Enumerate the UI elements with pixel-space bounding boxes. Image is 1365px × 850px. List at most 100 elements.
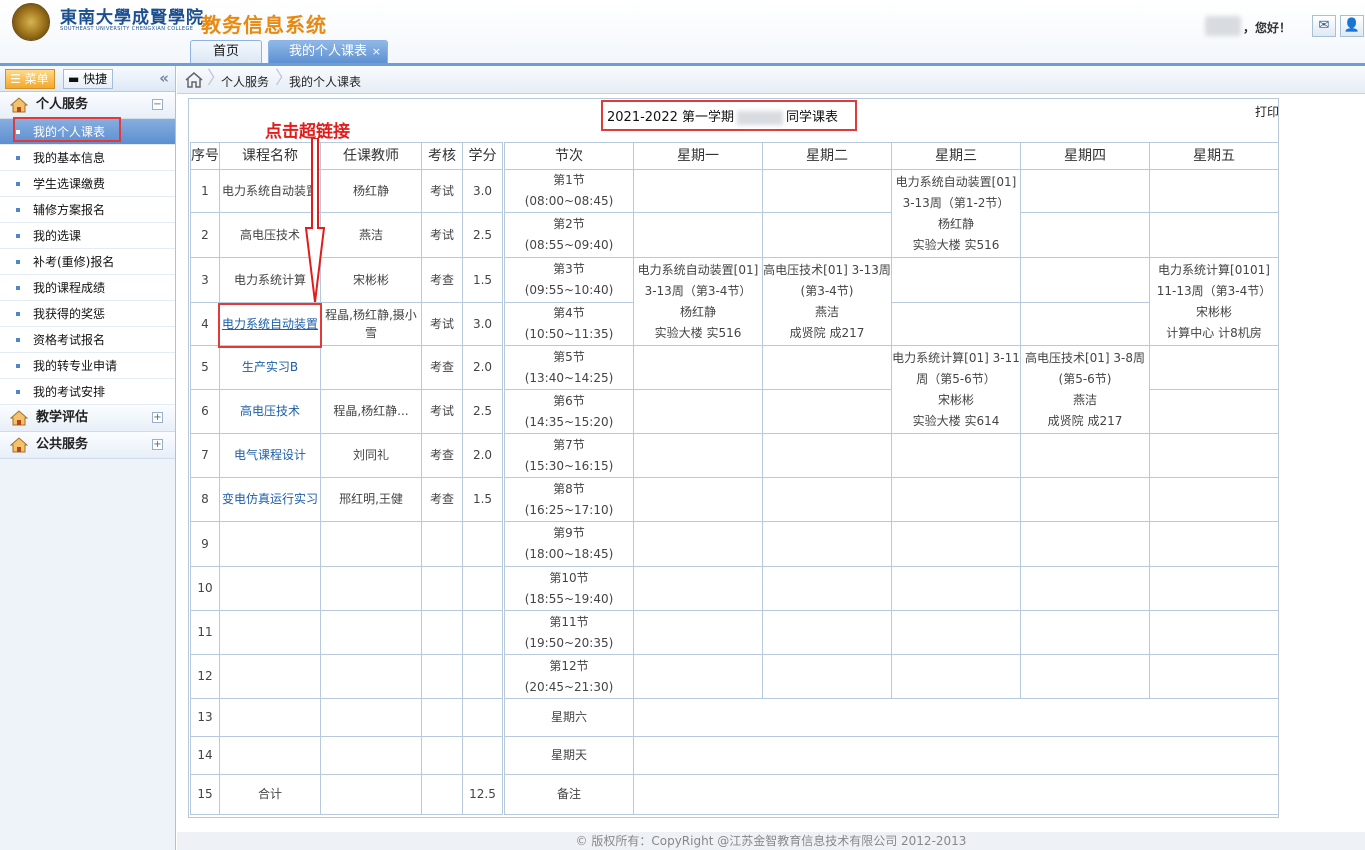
sidebar-group-public[interactable]: 公共服务 + bbox=[0, 432, 175, 459]
period-time: (10:50~11:35) bbox=[524, 327, 614, 341]
course-block-line: 计算中心 计8机房 bbox=[1166, 325, 1262, 340]
period-cell: 第4节 (10:50~11:35) bbox=[502, 302, 634, 346]
column-header: 星期二 bbox=[762, 142, 892, 170]
credit-cell bbox=[462, 610, 504, 655]
teacher-cell: 燕洁 bbox=[320, 212, 422, 258]
empty-slot bbox=[891, 477, 1021, 522]
tab-home[interactable]: 首页 bbox=[190, 40, 262, 64]
column-header: 学分 bbox=[462, 142, 504, 170]
sidebar-item-4[interactable]: 辅修方案报名 bbox=[0, 197, 175, 223]
sidebar-item-10[interactable]: 我的转专业申请 bbox=[0, 353, 175, 379]
period-time: (14:35~15:20) bbox=[524, 414, 614, 429]
course-name bbox=[219, 654, 321, 699]
bullet-icon bbox=[16, 338, 20, 342]
empty-slot bbox=[891, 566, 1021, 611]
course-block[interactable]: 电力系统自动装置[01] 3-13周（第3-4节） 杨红静 实验大楼 实516 bbox=[633, 257, 763, 346]
course-block-line: 宋彬彬 bbox=[937, 392, 974, 407]
row-number: 13 bbox=[190, 698, 220, 737]
expand-toggle-icon[interactable]: + bbox=[152, 412, 163, 423]
exam-type-cell bbox=[421, 610, 463, 655]
period-name: 第2节 bbox=[553, 217, 585, 231]
sidebar-group-evaluation[interactable]: 教学评估 + bbox=[0, 405, 175, 432]
row-number: 1 bbox=[190, 169, 220, 213]
collapse-icon[interactable]: « bbox=[159, 69, 169, 87]
course-block[interactable]: 电力系统自动装置[01] 3-13周（第1-2节） 杨红静 实验大楼 实516 bbox=[891, 169, 1021, 258]
course-block[interactable]: 高电压技术[01] 3-13周 (第3-4节) 燕洁 成贤院 成217 bbox=[762, 257, 892, 346]
empty-slot bbox=[891, 433, 1021, 478]
course-block-line: 宋彬彬 bbox=[1195, 304, 1232, 319]
sidebar-item-8[interactable]: 我获得的奖惩 bbox=[0, 301, 175, 327]
empty-slot bbox=[891, 654, 1021, 699]
bullet-icon bbox=[16, 260, 20, 264]
empty-slot bbox=[1149, 521, 1279, 567]
period-time: (18:55~19:40) bbox=[524, 591, 614, 606]
table-header-row: 序号 课程名称 任课教师 考核 学分 节次 星期一 星期二 星期三 星期四 星期五 bbox=[190, 142, 1279, 170]
column-header: 考核 bbox=[421, 142, 463, 170]
breadcrumb-personal-service[interactable]: 个人服务 bbox=[221, 73, 269, 90]
sidebar-item-11[interactable]: 我的考试安排 bbox=[0, 379, 175, 405]
empty-slot bbox=[1149, 345, 1279, 390]
schedule-title-suffix: 同学课表 bbox=[786, 110, 839, 125]
credit-cell bbox=[462, 698, 504, 737]
collapse-toggle-icon[interactable]: − bbox=[152, 99, 163, 110]
print-link[interactable]: 打印 bbox=[1255, 103, 1279, 120]
course-block-line: 电力系统计算[0101] bbox=[1158, 262, 1270, 277]
sidebar-item-3[interactable]: 学生选课缴费 bbox=[0, 171, 175, 197]
expand-toggle-icon[interactable]: + bbox=[152, 439, 163, 450]
sidebar-item-label: 我的选课 bbox=[33, 229, 82, 243]
course-block-line: 实验大楼 实516 bbox=[912, 237, 1000, 252]
sidebar-item-6[interactable]: 补考(重修)报名 bbox=[0, 249, 175, 275]
empty-slot bbox=[1020, 302, 1150, 346]
credit-cell: 1.5 bbox=[462, 257, 504, 303]
tab-my-schedule[interactable]: 我的个人课表 × bbox=[268, 40, 388, 64]
user-icon[interactable]: 👤 bbox=[1340, 15, 1364, 37]
mail-icon[interactable]: ✉ bbox=[1312, 15, 1336, 37]
period-name: 第7节 bbox=[553, 437, 585, 452]
empty-slot bbox=[1020, 433, 1150, 478]
sidebar-item-9[interactable]: 资格考试报名 bbox=[0, 327, 175, 353]
sidebar-item-5[interactable]: 我的选课 bbox=[0, 223, 175, 249]
period-time: (15:30~16:15) bbox=[524, 458, 614, 473]
course-block[interactable]: 电力系统计算[01] 3-11 周（第5-6节） 宋彬彬 实验大楼 实614 bbox=[891, 345, 1021, 434]
annotation-box-sidebar bbox=[13, 117, 121, 142]
teacher-cell bbox=[320, 654, 422, 699]
credit-cell bbox=[462, 654, 504, 699]
menu-button[interactable]: ☰ 菜单 bbox=[5, 69, 55, 89]
course-block[interactable]: 电力系统计算[0101] 11-13周（第3-4节） 宋彬彬 计算中心 计8机房 bbox=[1149, 257, 1279, 346]
empty-slot bbox=[762, 389, 892, 434]
course-block-line: 周（第5-6节） bbox=[916, 371, 996, 386]
empty-slot bbox=[1149, 212, 1279, 258]
course-name-link[interactable]: 高电压技术 bbox=[219, 389, 321, 434]
table-row: 7 电气课程设计 刘同礼 考查 2.0 第7节 (15:30~16:15) bbox=[190, 433, 1279, 478]
home-icon[interactable] bbox=[185, 72, 203, 88]
breadcrumb-my-schedule[interactable]: 我的个人课表 bbox=[289, 73, 361, 90]
period-name: 第5节 bbox=[553, 349, 585, 364]
column-header: 星期五 bbox=[1149, 142, 1279, 170]
row-number: 4 bbox=[190, 302, 220, 346]
course-name-link[interactable]: 生产实习B bbox=[219, 345, 321, 390]
sidebar-item-7[interactable]: 我的课程成绩 bbox=[0, 275, 175, 301]
bullet-icon bbox=[16, 182, 20, 186]
bullet-icon bbox=[16, 390, 20, 394]
close-icon[interactable]: × bbox=[372, 41, 381, 63]
quick-button[interactable]: ▬ 快捷 bbox=[63, 69, 113, 89]
course-name bbox=[219, 521, 321, 567]
course-name-link[interactable]: 电气课程设计 bbox=[219, 433, 321, 478]
course-name-link[interactable]: 变电仿真运行实习 bbox=[219, 477, 321, 522]
bullet-icon bbox=[16, 286, 20, 290]
column-header: 节次 bbox=[502, 142, 634, 170]
period-name: 第4节 bbox=[553, 306, 585, 320]
empty-slot bbox=[762, 610, 892, 655]
period-time: (18:00~18:45) bbox=[524, 547, 614, 561]
sidebar-item-label: 我的考试安排 bbox=[33, 385, 106, 399]
teacher-cell bbox=[320, 610, 422, 655]
empty-slot bbox=[1020, 566, 1150, 611]
course-block[interactable]: 高电压技术[01] 3-8周 (第5-6节) 燕洁 成贤院 成217 bbox=[1020, 345, 1150, 434]
sidebar-item-2[interactable]: 我的基本信息 bbox=[0, 145, 175, 171]
credit-cell: 1.5 bbox=[462, 477, 504, 522]
sidebar-group-personal[interactable]: 个人服务 − bbox=[0, 92, 175, 119]
row-number: 9 bbox=[190, 521, 220, 567]
course-block-line: 高电压技术[01] 3-8周 bbox=[1024, 350, 1146, 365]
teacher-cell bbox=[320, 566, 422, 611]
empty-slot bbox=[1020, 477, 1150, 522]
